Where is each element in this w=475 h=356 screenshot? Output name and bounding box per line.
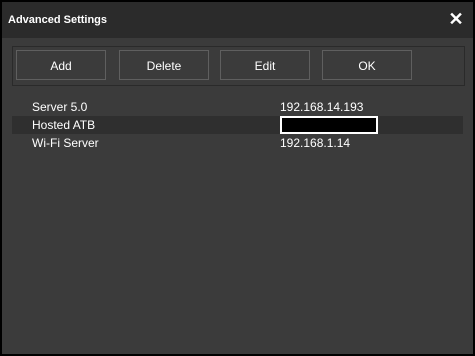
server-list: Server 5.0 192.168.14.193 Hosted ATB Wi-… [12,98,463,152]
list-item[interactable]: Hosted ATB [12,116,463,134]
advanced-settings-window: Advanced Settings ✕ Add Delete Edit OK S… [0,0,475,356]
ok-button[interactable]: OK [322,50,412,80]
list-item[interactable]: Server 5.0 192.168.14.193 [23,98,463,116]
server-address: 192.168.1.14 [280,136,351,150]
add-button[interactable]: Add [16,50,106,80]
close-icon[interactable]: ✕ [445,8,467,30]
server-name: Wi-Fi Server [32,136,99,150]
server-name: Hosted ATB [32,118,96,132]
edit-button[interactable]: Edit [220,50,310,80]
button-toolbar: Add Delete Edit OK [12,46,465,86]
server-address: 192.168.14.193 [280,100,364,114]
server-address-input[interactable] [280,116,378,134]
delete-button[interactable]: Delete [119,50,209,80]
server-name: Server 5.0 [32,100,88,114]
list-item[interactable]: Wi-Fi Server 192.168.1.14 [23,134,463,152]
title-bar: Advanced Settings ✕ [2,2,473,38]
window-title: Advanced Settings [8,14,108,26]
